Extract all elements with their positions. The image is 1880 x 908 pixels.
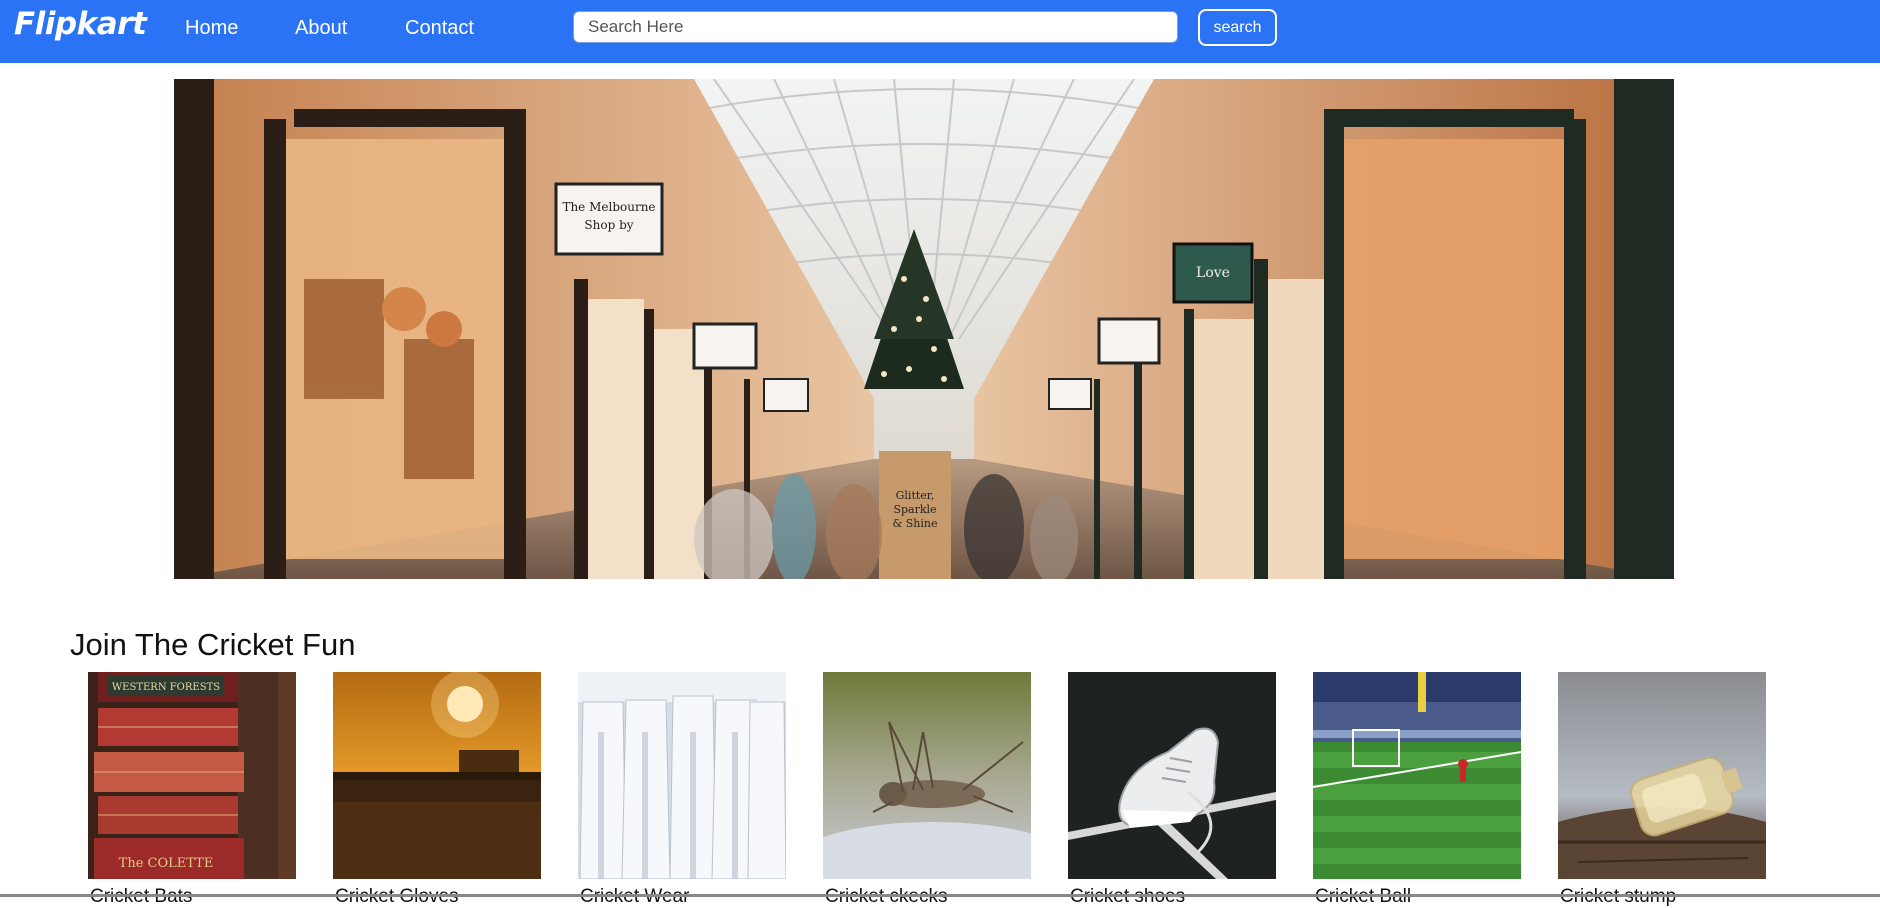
nav-link-home[interactable]: Home — [185, 17, 238, 40]
search-input[interactable] — [573, 11, 1178, 43]
svg-text:Shop by: Shop by — [584, 218, 633, 232]
product-card[interactable]: Cricket Ball — [1313, 672, 1521, 907]
cricket-insect-image[interactable] — [823, 672, 1031, 879]
glass-bottle-image[interactable] — [1558, 672, 1766, 879]
white-shirts-image[interactable] — [578, 672, 786, 879]
search-button[interactable]: search — [1198, 9, 1277, 46]
svg-text:The COLETTE: The COLETTE — [119, 856, 214, 871]
nav-link-contact[interactable]: Contact — [405, 17, 474, 40]
svg-text:Love: Love — [1196, 265, 1230, 281]
product-label[interactable]: Cricket Wear — [580, 886, 689, 908]
product-card[interactable]: Cricket Gloves — [333, 672, 541, 907]
hero-banner-image: The Melbourne Shop by Love Glitter, Spar… — [174, 79, 1674, 579]
product-label[interactable]: Cricket Gloves — [335, 886, 459, 908]
svg-text:Sparkle: Sparkle — [893, 503, 936, 516]
product-card[interactable]: Cricket ckecks — [823, 672, 1031, 907]
stadium-image[interactable] — [1313, 672, 1521, 879]
svg-text:Glitter,: Glitter, — [896, 489, 935, 502]
hero-sign-text: The Melbourne — [562, 200, 655, 214]
product-card[interactable]: Cricket stump — [1558, 672, 1766, 907]
navbar: Flipkart Home About Contact search — [0, 0, 1880, 63]
product-label[interactable]: Cricket Ball — [1315, 886, 1411, 908]
sunset-field-image[interactable] — [333, 672, 541, 879]
books-image[interactable]: WESTERN FORESTS The COLETTE — [88, 672, 296, 879]
svg-text:WESTERN FORESTS: WESTERN FORESTS — [112, 682, 220, 693]
white-sneaker-image[interactable] — [1068, 672, 1276, 879]
product-card[interactable]: WESTERN FORESTS The COLETTE Cricket Bats — [88, 672, 296, 907]
product-card[interactable]: Cricket shoes — [1068, 672, 1276, 907]
product-label[interactable]: Cricket shoes — [1070, 886, 1185, 908]
section-title: Join The Cricket Fun — [70, 627, 356, 662]
brand-logo[interactable]: Flipkart — [14, 6, 147, 42]
product-label[interactable]: Cricket Bats — [90, 886, 192, 908]
product-label[interactable]: Cricket stump — [1560, 886, 1676, 908]
product-card[interactable]: Cricket Wear — [578, 672, 786, 907]
nav-link-about[interactable]: About — [295, 17, 347, 40]
svg-text:& Shine: & Shine — [892, 517, 937, 530]
product-label[interactable]: Cricket ckecks — [825, 886, 947, 908]
